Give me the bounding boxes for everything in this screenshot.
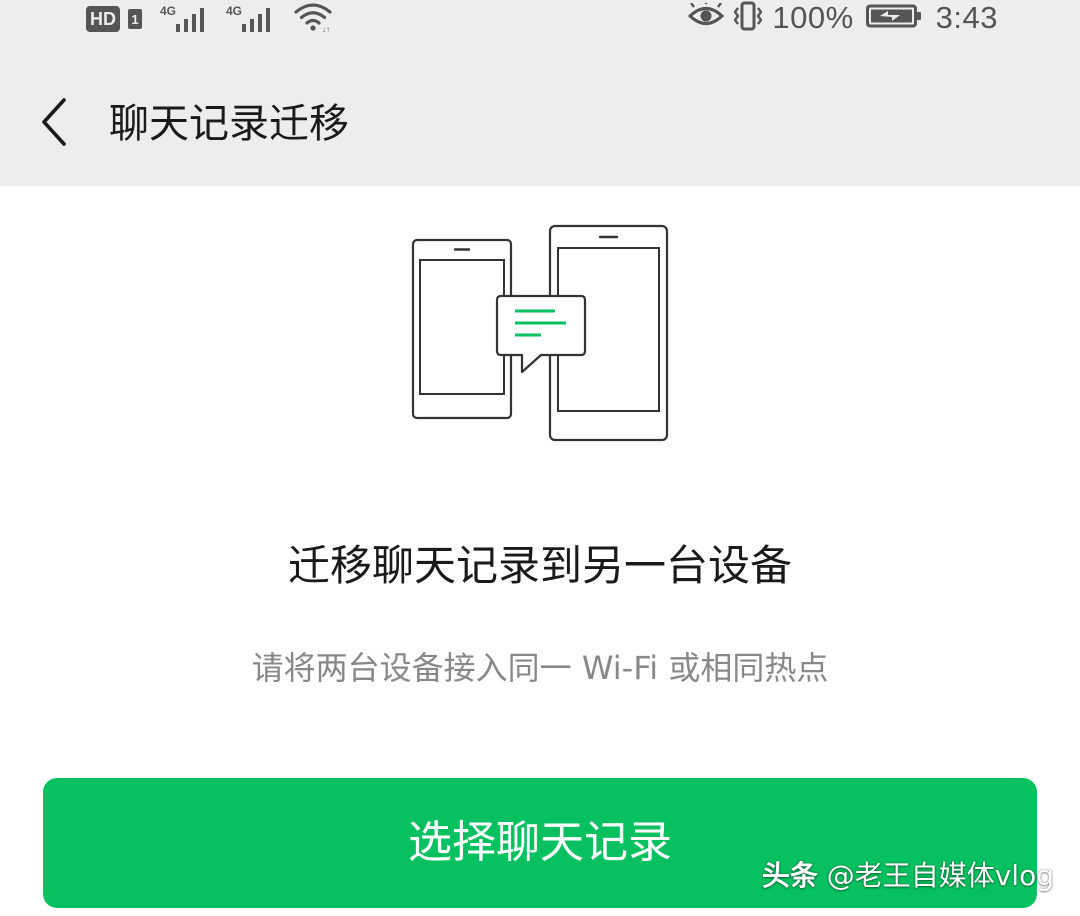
headline: 迁移聊天记录到另一台设备 — [287, 541, 792, 590]
watermark-handle: @老王自媒体vlog — [826, 859, 1054, 892]
hd-voice-icon: HD — [86, 6, 120, 32]
signal-strength-icon-2: 4G — [226, 4, 278, 34]
signal-strength-icon-1: 4G — [160, 4, 212, 34]
chat-migration-screen: HD 1 4G 4G ↓↑ 100% 3:43 聊天记录迁移 迁移聊天记录到另一… — [0, 0, 1080, 916]
network-type-label: 4G — [226, 4, 243, 18]
app-header: 聊天记录迁移 — [0, 44, 1080, 186]
watermark: 头条 @老王自媒体vlog — [762, 856, 1054, 896]
vibrate-icon — [732, 1, 764, 35]
sim-indicator-icon: 1 — [128, 9, 142, 29]
eye-icon — [688, 0, 725, 33]
device-transfer-illustration-icon — [411, 224, 669, 442]
page-title: 聊天记录迁移 — [109, 101, 349, 147]
network-type-label: 4G — [160, 4, 177, 18]
status-bar: HD 1 4G 4G ↓↑ 100% 3:43 — [0, 0, 1080, 44]
subtitle: 请将两台设备接入同一 Wi-Fi 或相同热点 — [251, 649, 829, 687]
battery-percent: 100% — [772, 0, 854, 35]
status-left-group: HD 1 4G 4G ↓↑ — [86, 2, 332, 36]
watermark-brand: 头条 — [761, 859, 818, 892]
status-right-group: 100% 3:43 — [688, 0, 998, 36]
clock: 3:43 — [935, 0, 998, 35]
wifi-icon: ↓↑ — [294, 2, 332, 36]
svg-text:↓↑: ↓↑ — [322, 25, 330, 32]
left-phone-screen — [419, 259, 505, 395]
select-chat-history-button-label: 选择聊天记录 — [408, 817, 672, 868]
back-button[interactable] — [26, 92, 82, 152]
chevron-left-icon — [42, 98, 66, 146]
battery-charging-icon — [865, 3, 922, 33]
